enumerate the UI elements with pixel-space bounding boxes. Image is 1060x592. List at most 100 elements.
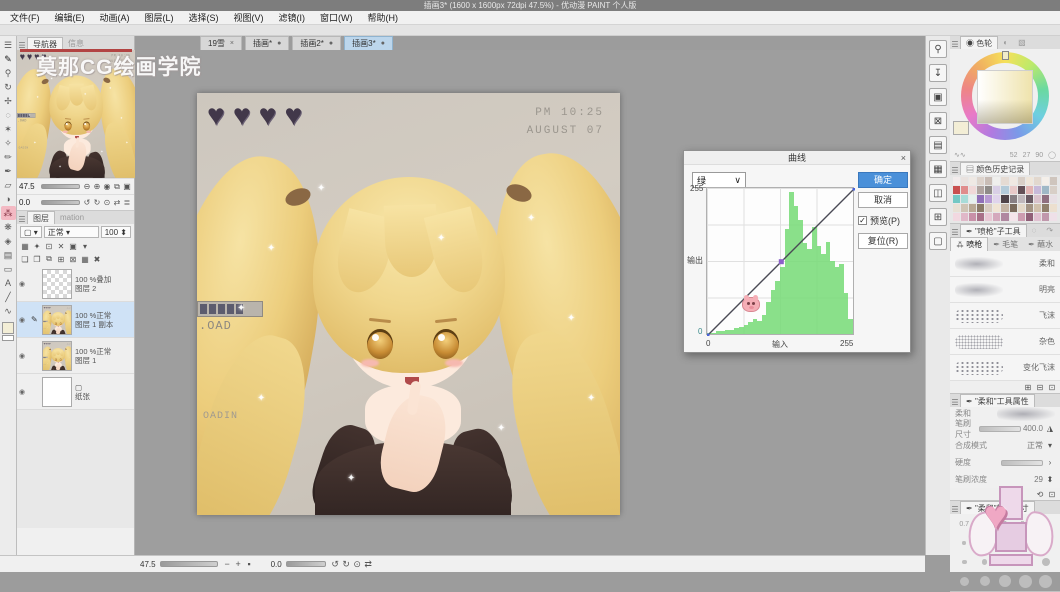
color-history-swatch[interactable] bbox=[1034, 195, 1041, 203]
chevron-down-icon[interactable]: ▾ bbox=[1045, 441, 1055, 450]
color-history-swatch[interactable] bbox=[1034, 204, 1041, 212]
color-history-swatch[interactable] bbox=[985, 204, 992, 212]
nav-rotate-icon-3[interactable]: ⊙ bbox=[102, 198, 112, 207]
layer-prop-icon-4[interactable]: ✕ bbox=[56, 242, 66, 251]
subtool-item-2[interactable]: 明亮 bbox=[950, 277, 1060, 303]
menu-item-3[interactable]: 动画(A) bbox=[100, 11, 130, 24]
collapsed-panel-icon-4[interactable]: ⊠ bbox=[929, 112, 947, 130]
color-history-swatch[interactable] bbox=[961, 186, 968, 194]
color-history-swatch[interactable] bbox=[1050, 177, 1057, 185]
tool-blend-icon[interactable]: ◑ bbox=[1, 192, 16, 206]
gear-icon[interactable]: ◯ bbox=[1048, 151, 1056, 159]
subtool-item-1[interactable]: 柔和 bbox=[950, 251, 1060, 277]
color-history-swatch[interactable] bbox=[953, 204, 960, 212]
doc-tab-3[interactable]: 插画2*● bbox=[292, 36, 341, 50]
tab-color-wheel[interactable]: ◉ 色轮 bbox=[960, 36, 998, 49]
panel-menu-icon[interactable]: ☰ bbox=[17, 215, 27, 224]
collapsed-panel-icon-7[interactable]: ◫ bbox=[929, 184, 947, 202]
collapsed-panel-icon-3[interactable]: ▣ bbox=[929, 88, 947, 106]
color-history-swatch[interactable] bbox=[1001, 195, 1008, 203]
color-history-swatch[interactable] bbox=[1018, 177, 1025, 185]
color-history-swatch[interactable] bbox=[969, 195, 976, 203]
color-history-swatch[interactable] bbox=[1010, 195, 1017, 203]
color-history-swatch[interactable] bbox=[1042, 195, 1049, 203]
status-zoom-slider[interactable] bbox=[160, 561, 218, 567]
layer-thumbnail[interactable]: ♥♥♥♥ PM 10:25 AUGUST 07 .OAD OADIN ✦✦✦✦✦… bbox=[42, 341, 72, 371]
color-history-swatch[interactable] bbox=[1042, 186, 1049, 194]
color-history-swatch[interactable] bbox=[977, 213, 984, 221]
color-history-swatch[interactable] bbox=[961, 204, 968, 212]
collapsed-panel-icon-8[interactable]: ⊞ bbox=[929, 208, 947, 226]
layer-action-icon-1[interactable]: ❏ bbox=[20, 255, 30, 264]
status-zoom-icon-3[interactable]: ▪ bbox=[244, 559, 255, 569]
curve-control-point[interactable] bbox=[779, 259, 784, 264]
curve-graph[interactable] bbox=[706, 187, 854, 335]
tab-color-history[interactable]: ▤ 颜色历史记录 bbox=[960, 162, 1030, 175]
foreground-color-swatch[interactable] bbox=[2, 322, 14, 334]
status-zoom-icon-2[interactable]: + bbox=[233, 559, 244, 569]
color-history-swatch[interactable] bbox=[1026, 213, 1033, 221]
color-history-swatch[interactable] bbox=[1026, 186, 1033, 194]
menu-item-7[interactable]: 滤镜(I) bbox=[279, 11, 306, 24]
status-zoom-icon-1[interactable]: − bbox=[222, 559, 233, 569]
status-rotate-slider[interactable] bbox=[286, 561, 326, 567]
layer-thumbnail[interactable] bbox=[42, 377, 72, 407]
panel-menu-icon[interactable]: ☰ bbox=[950, 166, 960, 175]
brush-size-cell[interactable] bbox=[995, 573, 1015, 589]
color-history-swatch[interactable] bbox=[961, 195, 968, 203]
zoom-slider[interactable] bbox=[41, 184, 80, 189]
color-history-swatch[interactable] bbox=[993, 195, 1000, 203]
layer-visibility-icon[interactable]: ◉ bbox=[19, 352, 28, 360]
nav-zoom-icon-1[interactable]: ⊖ bbox=[82, 182, 92, 192]
color-history-swatch[interactable] bbox=[1010, 186, 1017, 194]
subtool-item-3[interactable]: 飞沫 bbox=[950, 303, 1060, 329]
checkbox-check-icon[interactable]: ✓ bbox=[858, 216, 867, 225]
layer-action-icon-6[interactable]: ▦ bbox=[80, 255, 90, 264]
color-history-swatch[interactable] bbox=[1050, 204, 1057, 212]
tab-tool-property[interactable]: ✒ "柔和"工具属性 bbox=[960, 394, 1035, 407]
nav-zoom-icon-2[interactable]: ⊕ bbox=[92, 182, 102, 192]
property-control[interactable]: 400.0◮ bbox=[979, 424, 1055, 433]
menu-item-6[interactable]: 视图(V) bbox=[234, 11, 264, 24]
collapsed-panel-icon-1[interactable]: ⚲ bbox=[929, 40, 947, 58]
layer-prop-icon-3[interactable]: ⊡ bbox=[44, 242, 54, 251]
tool-curve-icon[interactable]: ∿ bbox=[1, 304, 16, 318]
color-history-swatch[interactable] bbox=[1010, 177, 1017, 185]
curve-control-point[interactable] bbox=[707, 334, 710, 337]
color-history-swatch[interactable] bbox=[977, 195, 984, 203]
tab-subtool[interactable]: ✒ "喷枪"子工具 bbox=[960, 224, 1027, 237]
layer-action-icon-5[interactable]: ⊠ bbox=[68, 255, 78, 264]
property-control[interactable]: 正常▾ bbox=[1027, 440, 1055, 451]
nav-rotate-icon-4[interactable]: ⇄ bbox=[112, 198, 122, 207]
color-history-swatch[interactable] bbox=[1018, 204, 1025, 212]
close-icon[interactable]: × bbox=[230, 40, 234, 47]
collapsed-panel-icon-9[interactable]: ▢ bbox=[929, 232, 947, 250]
color-history-swatch[interactable] bbox=[953, 195, 960, 203]
wave-icon[interactable]: ∿∿ bbox=[954, 151, 966, 159]
color-history-swatch[interactable] bbox=[1018, 213, 1025, 221]
tool-rotate-view-icon[interactable]: ↻ bbox=[1, 80, 16, 94]
color-history-swatch[interactable] bbox=[953, 186, 960, 194]
color-history-swatch[interactable] bbox=[985, 186, 992, 194]
color-history-swatch[interactable] bbox=[993, 204, 1000, 212]
doc-tab-2[interactable]: 插画*● bbox=[245, 36, 289, 50]
color-history-swatch[interactable] bbox=[953, 177, 960, 185]
ok-button[interactable]: 确定 bbox=[858, 172, 908, 188]
property-slider[interactable] bbox=[1001, 460, 1043, 466]
panel-menu-icon[interactable]: ☰ bbox=[950, 505, 960, 514]
subtool-footer-icon-1[interactable]: ⊞ bbox=[1023, 383, 1033, 392]
menu-item-4[interactable]: 图层(L) bbox=[145, 11, 174, 24]
layer-effect-dropdown[interactable]: ▢ ▾ bbox=[20, 226, 42, 238]
tool-pen-nib-icon[interactable]: ✒ bbox=[1, 164, 16, 178]
tool-move-icon[interactable]: ✢ bbox=[1, 94, 16, 108]
panel-menu-icon[interactable]: ☰ bbox=[1, 38, 16, 52]
hue-marker[interactable] bbox=[1002, 51, 1009, 60]
tool-magnifier-icon[interactable]: ⚲ bbox=[1, 66, 16, 80]
nav-zoom-icon-3[interactable]: ◉ bbox=[102, 182, 112, 192]
background-color-swatch[interactable] bbox=[2, 335, 14, 341]
layer-prop-icon-1[interactable]: ▦ bbox=[20, 242, 30, 251]
status-rotate-icon-2[interactable]: ↻ bbox=[341, 559, 352, 570]
brush-size-cell[interactable] bbox=[954, 573, 974, 589]
color-history-swatch[interactable] bbox=[1001, 204, 1008, 212]
color-history-swatch[interactable] bbox=[993, 186, 1000, 194]
